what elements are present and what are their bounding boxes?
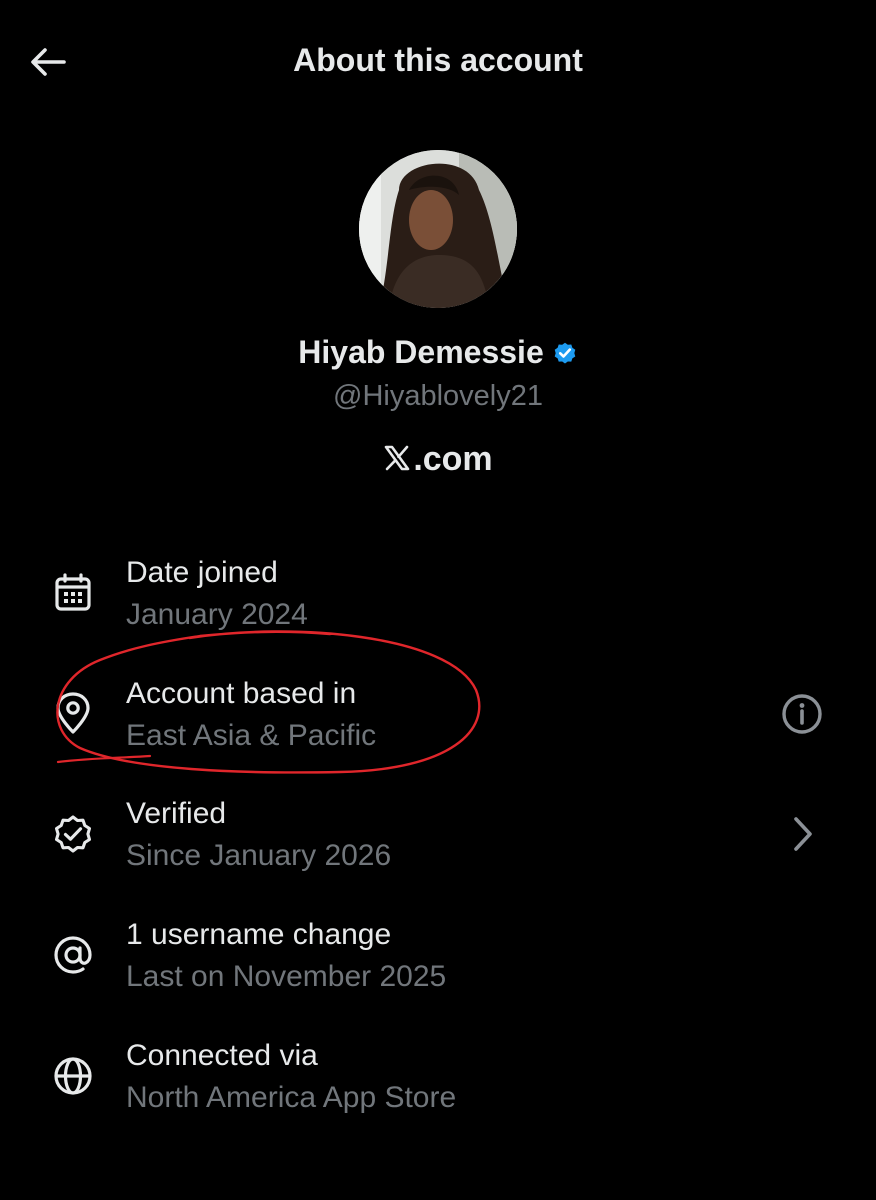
detail-label: Verified xyxy=(126,797,227,830)
profile-handle: @Hiyablovely21 xyxy=(333,380,543,412)
location-pin-icon xyxy=(56,692,90,734)
header-bar: About this account xyxy=(0,0,876,125)
verified-outline-icon xyxy=(54,815,92,853)
detail-row-verified[interactable]: Verified Since January 2026 xyxy=(0,793,876,893)
detail-row-date-joined: Date joined January 2024 xyxy=(0,552,876,652)
detail-value: East Asia & Pacific xyxy=(126,719,377,752)
chevron-right-icon[interactable] xyxy=(778,810,826,858)
info-icon[interactable] xyxy=(778,690,826,738)
site-link[interactable]: .com xyxy=(0,440,876,479)
detail-label: 1 username change xyxy=(126,918,392,951)
profile-name-row: Hiyab Demessie xyxy=(0,334,876,371)
detail-row-account-based-in: Account based in East Asia & Pacific xyxy=(0,673,876,773)
detail-label: Date joined xyxy=(126,556,278,589)
detail-label: Account based in xyxy=(126,677,357,710)
at-sign-icon xyxy=(54,936,92,974)
globe-icon xyxy=(54,1057,92,1095)
x-logo-icon xyxy=(385,445,410,471)
detail-value: January 2024 xyxy=(126,598,308,631)
calendar-icon xyxy=(55,573,91,611)
detail-value: Since January 2026 xyxy=(126,839,392,872)
detail-value: North America App Store xyxy=(126,1081,457,1114)
page-title: About this account xyxy=(293,42,583,78)
site-label: .com xyxy=(413,440,493,478)
verified-badge-icon xyxy=(554,342,576,364)
detail-row-connected-via: Connected via North America App Store xyxy=(0,1035,876,1135)
avatar xyxy=(359,150,517,308)
detail-label: Connected via xyxy=(126,1039,318,1072)
detail-value: Last on November 2025 xyxy=(126,960,447,993)
profile-name: Hiyab Demessie xyxy=(298,334,544,370)
detail-row-username-change: 1 username change Last on November 2025 xyxy=(0,914,876,1014)
